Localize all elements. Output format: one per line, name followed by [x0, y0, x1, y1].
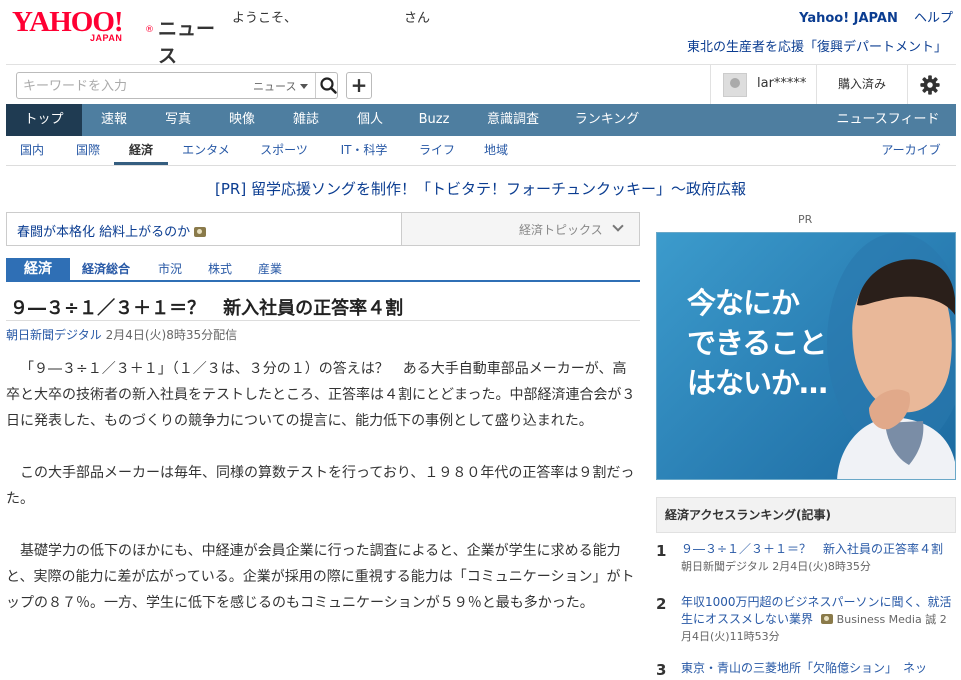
camera-icon	[194, 227, 207, 237]
username: lar*****	[757, 76, 807, 91]
article-body: 「９―３÷１／３＋１」（１／３は、３分の１）の答えは？ ある大手自動車部品メーカ…	[6, 356, 638, 642]
chevron-down-icon	[612, 220, 624, 232]
ranking-title-link[interactable]: ９―３÷１／３＋１＝？ 新入社員の正答率４割	[681, 542, 943, 556]
category-economy-general[interactable]: 経済総合	[82, 258, 130, 280]
ad-copy-line: できること	[687, 326, 827, 360]
ranking-entry: ９―３÷１／３＋１＝？ 新入社員の正答率４割 朝日新聞デジタル 2月4日(火)8…	[681, 541, 956, 575]
subnav-economy[interactable]: 経済	[114, 136, 168, 165]
topic-link[interactable]: 春闘が本格化 給料上がるのか	[17, 221, 207, 240]
purchased-button[interactable]: 購入済み	[816, 65, 908, 105]
ad-copy-line: 今なにか	[687, 286, 800, 320]
ad-pr-label: PR	[798, 213, 813, 226]
user-menu[interactable]: lar*****	[710, 65, 816, 105]
ad-copy: 今なにか できること はないか…	[687, 283, 828, 403]
nav-buzz[interactable]: Buzz	[402, 104, 466, 136]
topic-box: 春闘が本格化 給料上がるのか 経済トピックス	[6, 212, 640, 246]
nav-individual[interactable]: 個人	[338, 104, 402, 136]
search-icon	[320, 77, 337, 94]
chevron-down-icon	[300, 84, 309, 89]
ranking-title-link[interactable]: 東京・青山の三菱地所「欠陥億ション」 ネッ	[681, 661, 927, 675]
logo-news-text: ニュース	[158, 18, 216, 67]
article-paragraph: 基礎学力の低下のほかにも、中経連が会員企業に行った調査によると、企業が学生に求め…	[6, 543, 635, 611]
ranking-source-name: 朝日新聞デジタル	[681, 560, 769, 573]
banner-link[interactable]: 東北の生産者を応援「復興デパートメント」	[687, 36, 947, 55]
nav-survey[interactable]: 意識調査	[466, 104, 560, 136]
subnav-international[interactable]: 国際	[66, 136, 110, 165]
subnav-sports[interactable]: スポーツ	[252, 136, 316, 165]
ranking-number: 2	[656, 595, 667, 613]
help-link[interactable]: ヘルプ	[914, 11, 953, 26]
avatar	[723, 73, 747, 97]
ranking-header: 経済アクセスランキング(記事)	[656, 497, 956, 533]
topic-link-text: 春闘が本格化 給料上がるのか	[17, 225, 191, 240]
main-nav: トップ 速報 写真 映像 雑誌 個人 Buzz 意識調査 ランキング ニュースフ…	[6, 104, 956, 136]
header: YAHOO! JAPAN ® ニュース ようこそ、 さん Yahoo! JAPA…	[0, 0, 961, 67]
ranking-entry: 東京・青山の三菱地所「欠陥億ション」 ネッ	[681, 660, 956, 677]
yahoo-news-logo[interactable]: YAHOO! JAPAN ® ニュース	[12, 6, 232, 67]
nav-top[interactable]: トップ	[6, 104, 82, 136]
camera-icon	[820, 614, 833, 624]
ranking-number: 3	[656, 661, 667, 679]
ranking-source: 朝日新聞デジタル 2月4日(火)8時35分	[681, 560, 871, 573]
article-source-link[interactable]: 朝日新聞デジタル	[6, 328, 102, 342]
sub-nav: 国内 国際 経済 エンタメ スポーツ IT・科学 ライフ 地域 アーカイブ	[6, 136, 956, 166]
add-button[interactable]: +	[346, 72, 372, 99]
article-paragraph: 「９―３÷１／３＋１」（１／３は、３分の１）の答えは？ ある大手自動車部品メーカ…	[6, 361, 636, 429]
ranking-entry: 年収1000万円超のビジネスパーソンに聞く、就活生にオススメしない業界 Busi…	[681, 594, 956, 645]
subnav-domestic[interactable]: 国内	[12, 136, 52, 165]
welcome-suffix: さん	[404, 11, 431, 26]
gear-icon	[920, 75, 940, 95]
economy-topics-label: 経済トピックス	[519, 223, 603, 237]
category-economy[interactable]: 経済	[6, 258, 70, 280]
nav-photos[interactable]: 写真	[146, 104, 210, 136]
economy-topics-dropdown[interactable]: 経済トピックス	[401, 213, 639, 245]
top-links: Yahoo! JAPAN ヘルプ	[799, 7, 953, 26]
yahoo-japan-link[interactable]: Yahoo! JAPAN	[799, 11, 898, 26]
search-input[interactable]	[23, 77, 233, 95]
search-box: ニュース	[16, 72, 338, 99]
subnav-regional[interactable]: 地域	[476, 136, 516, 165]
headline-divider	[6, 320, 640, 321]
ranking-number: 1	[656, 542, 667, 560]
subnav-entertainment[interactable]: エンタメ	[174, 136, 238, 165]
subnav-it-science[interactable]: IT・科学	[332, 136, 396, 165]
nav-ranking[interactable]: ランキング	[560, 104, 654, 136]
toolbar: ニュース + lar***** 購入済み	[6, 64, 956, 105]
category-market[interactable]: 市況	[158, 258, 182, 280]
article-paragraph: この大手部品メーカーは毎年、同様の算数テストを行っており、１９８０年代の正答率は…	[6, 465, 635, 507]
subnav-life[interactable]: ライフ	[410, 136, 464, 165]
logo-japan-text: JAPAN	[90, 33, 123, 43]
search-scope-label: ニュース	[253, 80, 297, 93]
category-tabs: 経済 経済総合 市況 株式 産業	[6, 258, 640, 282]
ad-copy-line: はないか…	[687, 366, 828, 400]
welcome-message: ようこそ、 さん	[232, 7, 430, 26]
ad-banner[interactable]: 今なにか できること はないか…	[656, 232, 956, 480]
search-scope-select[interactable]: ニュース	[253, 78, 309, 94]
logo-registered-mark: ®	[145, 25, 154, 35]
ranking-source-name: Business Media 誠	[836, 613, 937, 626]
category-industry[interactable]: 産業	[258, 258, 282, 280]
ranking-date: 2月4日(火)8時35分	[772, 560, 871, 573]
article-headline: ９―３÷１／３＋１＝？ 新入社員の正答率４割	[10, 298, 404, 319]
search-button[interactable]	[315, 73, 339, 98]
nav-videos[interactable]: 映像	[210, 104, 274, 136]
article-date: 2月4日(火)8時35分配信	[101, 328, 238, 342]
article-meta: 朝日新聞デジタル 2月4日(火)8時35分配信	[6, 326, 237, 343]
nav-magazines[interactable]: 雑誌	[274, 104, 338, 136]
subnav-archive[interactable]: アーカイブ	[872, 136, 950, 165]
welcome-text: ようこそ、	[232, 11, 298, 26]
settings-button[interactable]	[918, 74, 942, 96]
nav-breaking[interactable]: 速報	[82, 104, 146, 136]
pr-banner-link[interactable]: [PR] 留学応援ソングを制作！「トビタテ！フォーチュンクッキー」～政府広報	[0, 178, 961, 199]
nav-news-feed[interactable]: ニュースフィード	[826, 104, 950, 136]
category-stocks[interactable]: 株式	[208, 258, 232, 280]
